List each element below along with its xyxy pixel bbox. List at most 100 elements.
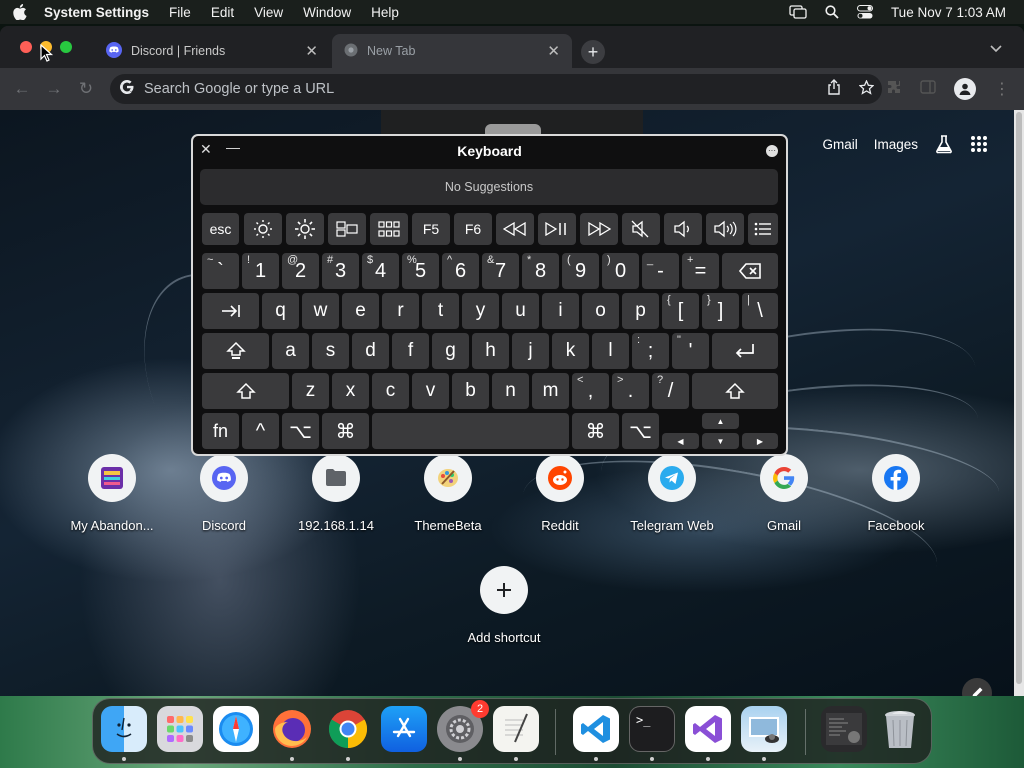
forward-arrow-icon[interactable]: → [38,79,70,99]
tab-key-icon[interactable] [202,293,259,329]
maximize-window-button[interactable] [60,41,72,53]
key-comma[interactable]: <, [572,373,609,409]
add-shortcut-tile[interactable]: Add shortcut [448,566,560,645]
browser-menu-icon[interactable]: ⋮ [994,79,1010,99]
menu-app-name[interactable]: System Settings [40,5,159,20]
key-y[interactable]: y [462,293,499,329]
new-tab-button[interactable]: + [581,40,605,64]
key-9[interactable]: (9 [562,253,599,289]
volume-up-icon[interactable] [706,213,744,245]
space-bar[interactable] [372,413,569,449]
key-d[interactable]: d [352,333,389,369]
key-t[interactable]: t [422,293,459,329]
key-r[interactable]: r [382,293,419,329]
tab-discord[interactable]: Discord | Friends ✕ [94,34,330,68]
key-command-right[interactable]: ⌘ [572,413,619,449]
key-v[interactable]: v [412,373,449,409]
recent-window-icon[interactable] [821,706,867,752]
app-store-icon[interactable] [381,706,427,752]
key-e[interactable]: e [342,293,379,329]
key-z[interactable]: z [292,373,329,409]
address-bar[interactable]: Search Google or type a URL [110,74,882,104]
menu-window[interactable]: Window [293,5,361,20]
tab-new-tab[interactable]: New Tab ✕ [332,34,572,68]
key-esc[interactable]: esc [202,213,239,245]
key-k[interactable]: k [552,333,589,369]
key-m[interactable]: m [532,373,569,409]
key-w[interactable]: w [302,293,339,329]
key-option-left[interactable]: ⌥ [282,413,319,449]
customize-pencil-icon[interactable] [962,678,992,696]
visual-studio-icon[interactable] [685,706,731,752]
close-tab-icon[interactable]: ✕ [305,42,318,60]
key-equals[interactable]: + = [682,253,719,289]
shortcut-tile[interactable]: Gmail [728,454,840,533]
bookmark-star-icon[interactable] [858,78,875,99]
key-3[interactable]: #3 [322,253,359,289]
trash-icon[interactable] [877,706,923,752]
key-f5[interactable]: F5 [412,213,450,245]
key-h[interactable]: h [472,333,509,369]
safari-icon[interactable] [213,706,259,752]
keyboard-options-icon[interactable]: ··· [766,145,778,157]
system-settings-icon[interactable]: 2 [437,700,489,752]
spotlight-search-icon[interactable] [825,5,839,19]
key-q[interactable]: q [262,293,299,329]
key-left-bracket[interactable]: {[ [662,293,699,329]
key-period[interactable]: >. [612,373,649,409]
chrome-icon[interactable] [325,706,371,752]
key-4[interactable]: $4 [362,253,399,289]
key-control[interactable]: ^ [242,413,279,449]
vscode-icon[interactable] [573,706,619,752]
terminal-icon[interactable]: >_ [629,706,675,752]
firefox-icon[interactable] [269,706,315,752]
apple-menu-icon[interactable] [0,4,40,20]
gmail-link[interactable]: Gmail [822,137,857,152]
images-link[interactable]: Images [874,137,918,152]
arrow-left-icon[interactable]: ◀ [662,433,699,449]
key-j[interactable]: j [512,333,549,369]
key-backtick[interactable]: ~ ` [202,253,239,289]
reload-icon[interactable]: ↻ [70,79,102,99]
screen-mirroring-icon[interactable] [789,5,807,19]
key-f[interactable]: f [392,333,429,369]
extensions-puzzle-icon[interactable] [886,79,902,100]
textedit-icon[interactable] [493,706,539,752]
arrow-down-icon[interactable]: ▼ [702,433,739,449]
key-semicolon[interactable]: :; [632,333,669,369]
menu-edit[interactable]: Edit [201,5,244,20]
menu-file[interactable]: File [159,5,201,20]
finder-icon[interactable] [101,706,147,752]
menu-view[interactable]: View [244,5,293,20]
arrow-up-icon[interactable]: ▲ [702,413,739,429]
return-key-icon[interactable] [712,333,778,369]
key-a[interactable]: a [272,333,309,369]
shortcut-tile[interactable]: Facebook [840,454,952,533]
key-f6[interactable]: F6 [454,213,492,245]
key-1[interactable]: ! 1 [242,253,279,289]
shortcut-tile[interactable]: My Abandon... [56,454,168,533]
mission-control-icon[interactable] [328,213,366,245]
tab-search-chevron-icon[interactable] [990,42,1002,56]
key-s[interactable]: s [312,333,349,369]
key-right-bracket[interactable]: }] [702,293,739,329]
left-shift-icon[interactable] [202,373,289,409]
google-apps-grid-icon[interactable] [970,135,988,153]
key-n[interactable]: n [492,373,529,409]
key-2[interactable]: @2 [282,253,319,289]
arrow-right-icon[interactable]: ▶ [742,433,778,449]
key-backslash[interactable]: | \ [742,293,778,329]
key-slash[interactable]: ? / [652,373,689,409]
rewind-icon[interactable] [496,213,534,245]
mute-icon[interactable] [622,213,660,245]
key-option-right[interactable]: ⌥ [622,413,659,449]
fast-forward-icon[interactable] [580,213,618,245]
delete-key-icon[interactable] [722,253,778,289]
key-i[interactable]: i [542,293,579,329]
volume-down-icon[interactable] [664,213,702,245]
share-icon[interactable] [827,79,841,99]
key-o[interactable]: o [582,293,619,329]
key-quote[interactable]: " ' [672,333,709,369]
labs-flask-icon[interactable] [934,134,954,154]
key-b[interactable]: b [452,373,489,409]
